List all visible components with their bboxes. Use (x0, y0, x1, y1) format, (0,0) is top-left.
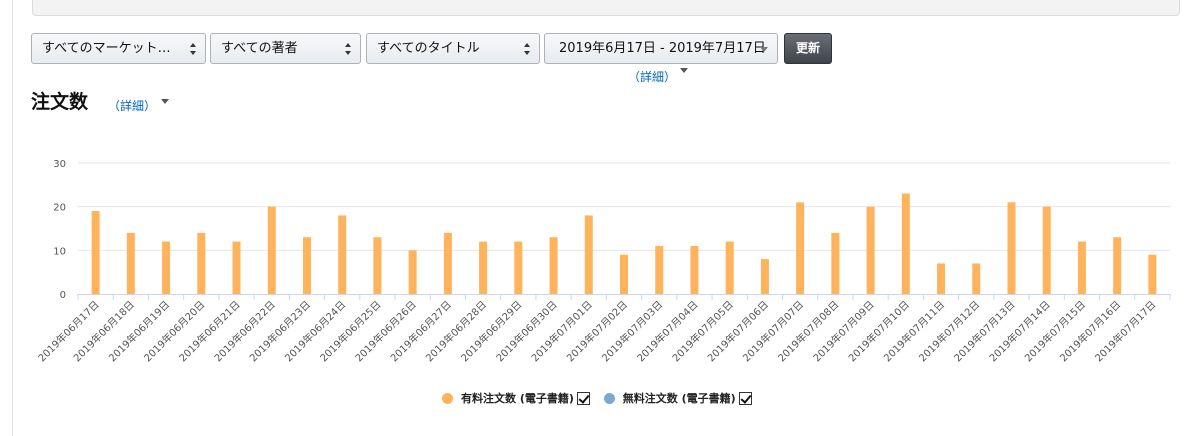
y-tick-label: 10 (53, 246, 66, 257)
bar-paid[interactable] (197, 232, 206, 294)
bar-paid[interactable] (584, 215, 593, 294)
bar-paid[interactable] (514, 241, 523, 294)
bar-paid[interactable] (479, 241, 488, 294)
x-tick-label: 2019年07月12日 (916, 298, 982, 364)
x-tick-label: 2019年07月10日 (846, 298, 912, 364)
x-tick-label: 2019年06月22日 (211, 298, 277, 364)
bar-paid[interactable] (1148, 254, 1157, 294)
x-tick-label: 2019年06月26日 (352, 298, 418, 364)
x-tick-label: 2019年06月23日 (247, 298, 313, 364)
x-tick-label: 2019年06月24日 (282, 298, 348, 364)
bar-paid[interactable] (1077, 241, 1086, 294)
x-tick-label: 2019年07月13日 (951, 298, 1017, 364)
bar-paid[interactable] (972, 263, 981, 294)
checkbox-icon[interactable] (576, 391, 590, 405)
y-tick-label: 20 (53, 203, 66, 214)
bar-paid[interactable] (302, 237, 311, 294)
orders-bar-chart: 0 10 20 30 2019年06月17日2019年06月18日2019年06月19日… (35, 159, 1171, 364)
x-tick-label: 2019年06月17日 (35, 298, 101, 364)
x-tick-label: 2019年06月29日 (458, 298, 524, 364)
x-tick-label: 2019年07月09日 (810, 298, 876, 364)
x-tick-label: 2019年06月18日 (71, 298, 137, 364)
bar-paid[interactable] (725, 241, 734, 294)
bar-paid[interactable] (690, 245, 699, 294)
x-tick-label: 2019年06月27日 (388, 298, 454, 364)
bar-paid[interactable] (126, 232, 135, 294)
x-tick-label: 2019年07月11日 (881, 298, 947, 364)
bar-paid[interactable] (408, 250, 417, 294)
legend-item-paid[interactable]: 有料注文数 (電子書籍) (442, 390, 590, 406)
bar-paid[interactable] (91, 211, 100, 294)
bar-paid[interactable] (549, 237, 558, 294)
bar-paid[interactable] (1007, 202, 1016, 294)
x-tick-label: 2019年06月19日 (106, 298, 172, 364)
bar-paid[interactable] (760, 259, 769, 294)
bar-paid[interactable] (162, 241, 171, 294)
x-tick-label: 2019年06月21日 (176, 298, 242, 364)
bar-paid[interactable] (796, 202, 805, 294)
x-tick-label: 2019年07月03日 (599, 298, 665, 364)
x-tick-label: 2019年06月28日 (423, 298, 489, 364)
x-tick-label: 2019年07月08日 (775, 298, 841, 364)
bar-paid[interactable] (866, 206, 875, 294)
x-tick-label: 2019年07月05日 (669, 298, 735, 364)
legend-item-free[interactable]: 無料注文数 (電子書籍) (603, 390, 752, 406)
x-tick-label: 2019年07月07日 (740, 298, 806, 364)
x-tick-label: 2019年07月06日 (705, 298, 771, 364)
bar-paid[interactable] (901, 193, 910, 294)
x-tick-label: 2019年06月20日 (141, 298, 207, 364)
bar-paid[interactable] (443, 232, 452, 294)
y-tick-label: 30 (53, 159, 66, 170)
legend-label-free: 無料注文数 (電子書籍) (622, 392, 736, 405)
chart-legend: 有料注文数 (電子書籍) 無料注文数 (電子書籍) (442, 390, 762, 408)
legend-dot-free (603, 392, 615, 404)
x-tick-label: 2019年07月16日 (1057, 298, 1123, 364)
x-tick-label: 2019年07月17日 (1092, 298, 1158, 364)
legend-dot-paid (442, 392, 453, 404)
bar-paid[interactable] (655, 245, 664, 294)
bar-paid[interactable] (937, 263, 946, 294)
x-tick-label: 2019年07月04日 (634, 298, 700, 364)
x-tick-label: 2019年07月14日 (986, 298, 1052, 364)
bar-paid[interactable] (338, 215, 347, 294)
bar-paid[interactable] (267, 206, 276, 294)
bar-paid[interactable] (1042, 206, 1051, 294)
x-tick-label: 2019年06月25日 (317, 298, 383, 364)
x-tick-label: 2019年07月01日 (528, 298, 594, 364)
bar-paid[interactable] (620, 254, 628, 294)
x-tick-label: 2019年07月02日 (564, 298, 630, 364)
bar-paid[interactable] (373, 237, 382, 294)
x-tick-label: 2019年07月15日 (1022, 298, 1088, 364)
y-tick-label: 0 (60, 290, 66, 301)
legend-label-paid: 有料注文数 (電子書籍) (461, 392, 574, 405)
checkbox-icon[interactable] (738, 391, 752, 405)
bar-paid[interactable] (831, 232, 840, 294)
x-tick-label: 2019年06月30日 (493, 298, 559, 364)
bar-paid[interactable] (1113, 237, 1122, 294)
bar-paid[interactable] (232, 241, 241, 294)
